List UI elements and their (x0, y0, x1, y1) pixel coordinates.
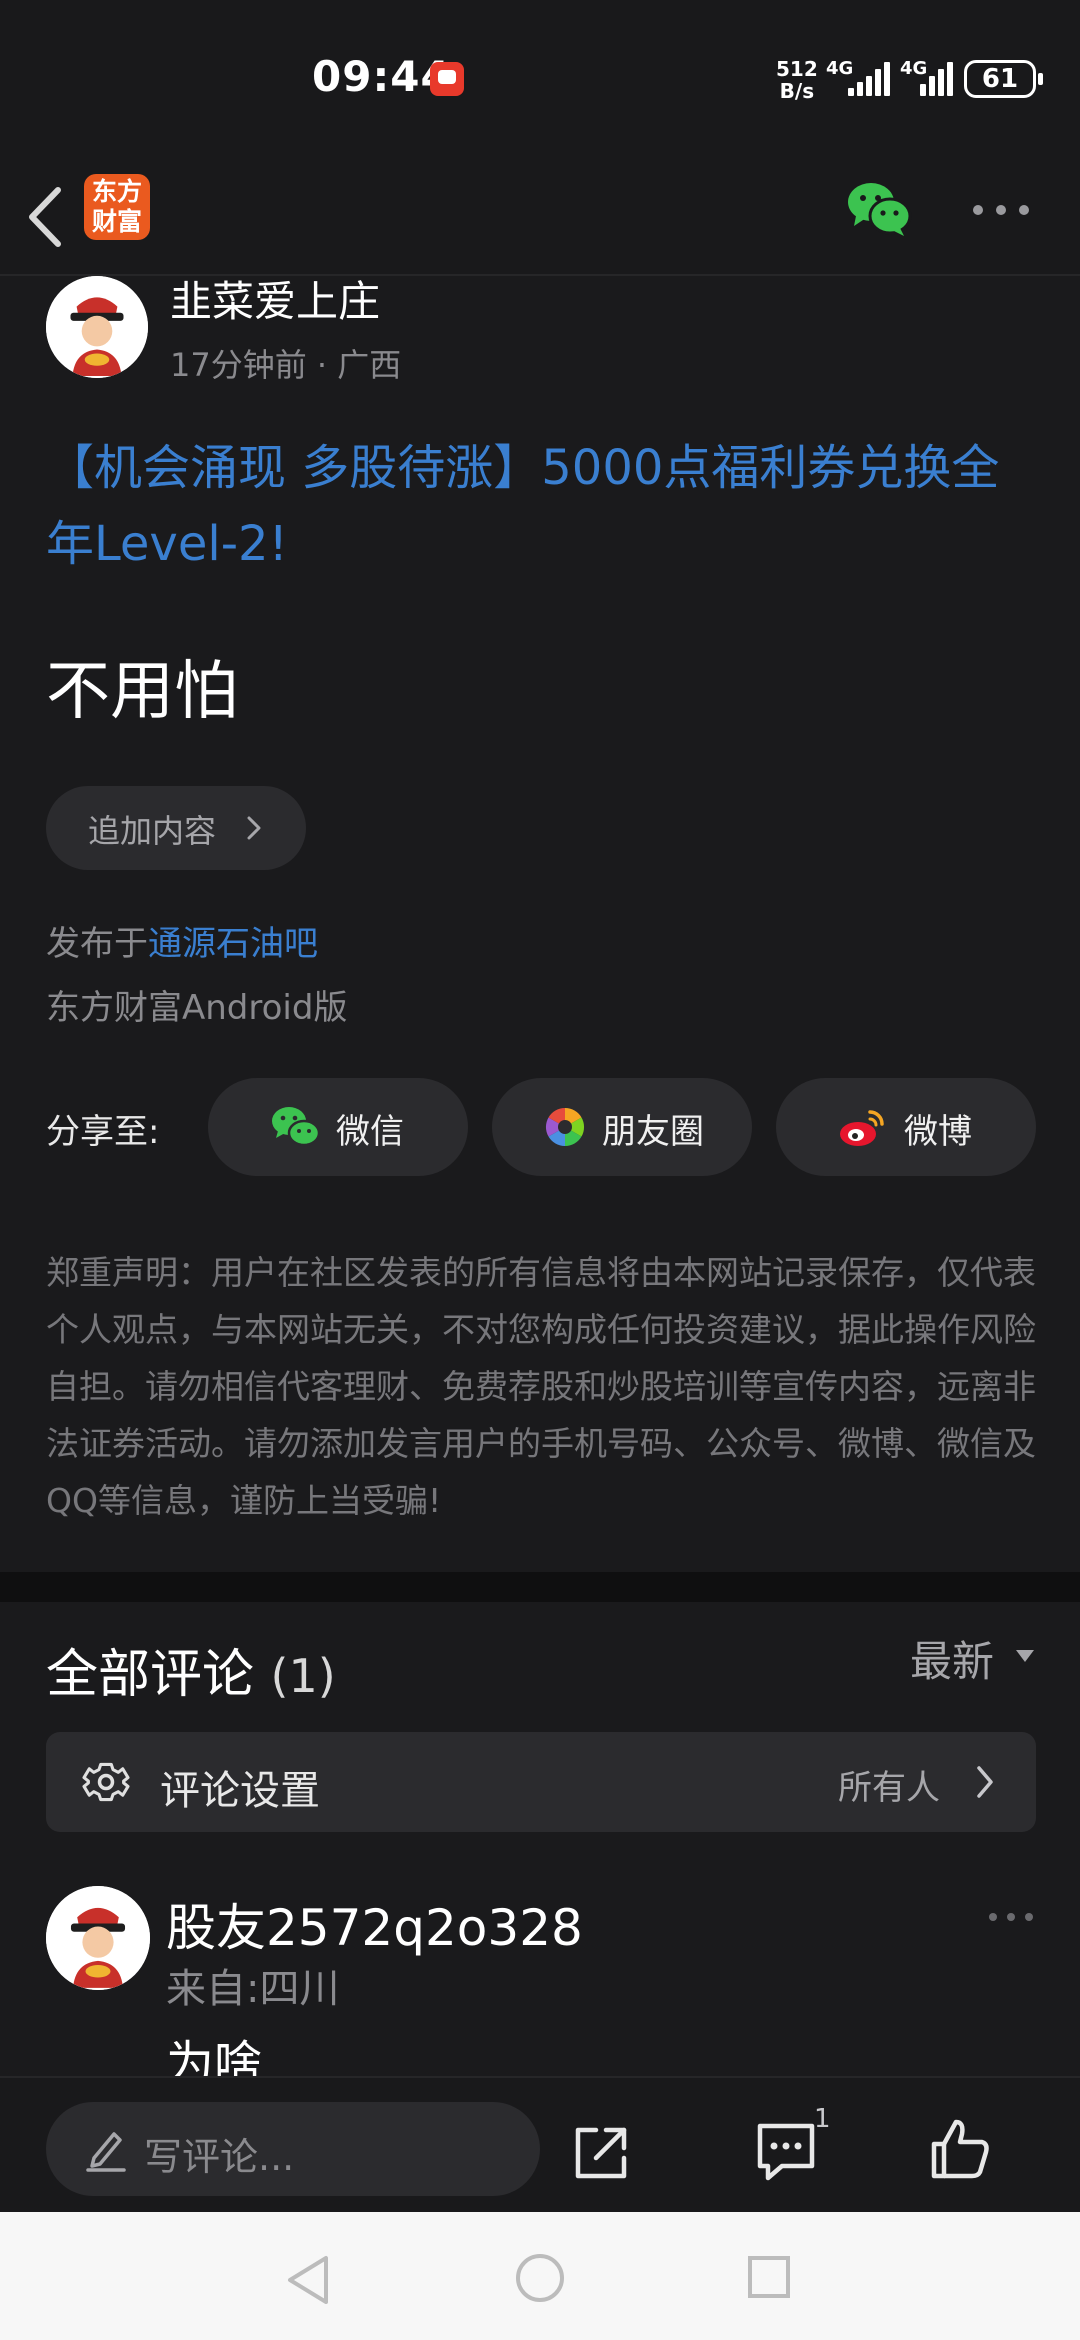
battery-icon: 61 (964, 60, 1043, 98)
write-comment-input[interactable]: 写评论... (46, 2102, 540, 2196)
more-options-icon[interactable] (970, 200, 1032, 220)
system-home-icon[interactable] (514, 2252, 566, 2304)
top-nav-bar: 东方 财富 (0, 160, 1080, 276)
write-comment-placeholder: 写评论... (144, 2135, 295, 2179)
share-moments-label: 朋友圈 (602, 1112, 704, 1152)
status-bar: 09:44 512 B/s 4G 4G 61 (0, 0, 1080, 160)
author-name[interactable]: 韭菜爱上庄 (170, 268, 380, 329)
logo-text-line2: 财富 (91, 207, 142, 236)
commenter-avatar[interactable] (46, 1886, 150, 1990)
comments-count: (1) (270, 1649, 336, 1703)
pencil-icon (86, 2132, 126, 2172)
client-info: 东方财富Android版 (46, 988, 348, 1028)
section-divider (0, 1572, 1080, 1602)
bottom-action-bar: 写评论... 1 (0, 2076, 1080, 2212)
comment-bubble-icon[interactable] (752, 2118, 820, 2184)
comment-settings-label: 评论设置 (160, 1768, 320, 1814)
system-navigation-bar (0, 2212, 1080, 2340)
back-arrow-icon[interactable] (22, 178, 78, 256)
share-wechat-label: 微信 (336, 1112, 404, 1152)
share-weibo-label: 微博 (904, 1112, 972, 1152)
append-content-label: 追加内容 (88, 812, 217, 850)
signal-2-icon: 4G (900, 56, 956, 98)
chevron-right-icon (247, 816, 261, 840)
comment-settings-row[interactable]: 评论设置 所有人 (46, 1732, 1036, 1832)
notification-app-icon (430, 62, 464, 96)
commenter-name[interactable]: 股友2572q2o328 (166, 1888, 583, 1960)
caret-down-icon[interactable] (1014, 1648, 1036, 1664)
share-moments-button[interactable]: 朋友圈 (492, 1078, 752, 1176)
post-time: 17分钟前 (170, 346, 307, 384)
weibo-icon (840, 1110, 884, 1146)
comments-header: 全部评论 (1) (46, 1632, 336, 1707)
network-speed-value: 512 (776, 57, 818, 81)
god-of-wealth-avatar-icon (46, 1886, 150, 1990)
network-speed: 512 B/s (776, 58, 818, 102)
commenter-location: 来自:四川 (166, 1966, 340, 2012)
published-prefix: 发布于 (46, 924, 148, 964)
god-of-wealth-avatar-icon (46, 276, 148, 378)
moments-icon (545, 1108, 585, 1146)
published-in: 发布于通源石油吧 (46, 916, 318, 965)
wechat-icon (272, 1107, 320, 1147)
disclaimer-text: 郑重声明：用户在社区发表的所有信息将由本网站记录保存，仅代表个人观点，与本网站无… (46, 1253, 1036, 1520)
system-recents-icon[interactable] (746, 2254, 792, 2300)
meta-separator: · (306, 346, 338, 384)
forum-link[interactable]: 通源石油吧 (148, 924, 318, 964)
author-avatar[interactable] (46, 276, 148, 378)
comment-settings-value: 所有人 (838, 1768, 940, 1808)
system-back-icon[interactable] (282, 2252, 334, 2308)
share-label: 分享至: (46, 1112, 160, 1152)
comment-count-badge: 1 (814, 2104, 831, 2134)
sort-dropdown[interactable]: 最新 (910, 1628, 994, 1689)
gear-icon (82, 1762, 130, 1802)
share-weibo-button[interactable]: 微博 (776, 1078, 1036, 1176)
signal-1-icon: 4G (826, 56, 892, 98)
post-title-link[interactable]: 【机会涌现 多股待涨】5000点福利券兑换全年Level-2! (46, 430, 1036, 582)
wechat-share-icon[interactable] (846, 180, 912, 238)
comment-more-icon[interactable] (986, 1908, 1036, 1926)
chevron-right-icon (977, 1766, 993, 1798)
post-meta: 17分钟前 · 广西 (170, 340, 401, 386)
post-region: 广西 (337, 346, 402, 384)
post-body: 不用怕 (46, 655, 238, 729)
logo-text-line1: 东方 (91, 177, 142, 206)
share-wechat-button[interactable]: 微信 (208, 1078, 468, 1176)
eastmoney-logo[interactable]: 东方 财富 (84, 174, 150, 240)
comments-title: 全部评论 (46, 1645, 255, 1705)
battery-level: 61 (981, 64, 1019, 94)
share-out-icon[interactable] (570, 2122, 632, 2184)
network-speed-unit: B/s (779, 79, 815, 103)
thumbs-up-icon[interactable] (928, 2116, 992, 2182)
append-content-button[interactable]: 追加内容 (46, 786, 306, 870)
